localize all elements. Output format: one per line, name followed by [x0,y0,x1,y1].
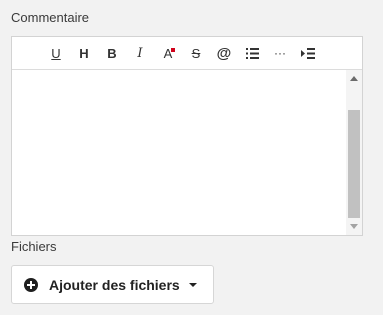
editor-scrollbar[interactable] [346,70,362,235]
bold-button[interactable]: B [98,39,126,67]
heading-button[interactable]: H [70,39,98,67]
comment-text-area[interactable] [12,70,362,235]
indent-icon [301,47,315,59]
indent-button[interactable] [294,39,322,67]
comment-label: Commentaire [11,10,90,25]
editor-toolbar: U H B I A S @ ··· [12,37,362,70]
bullet-list-icon [245,47,259,59]
comment-editor: U H B I A S @ ··· [11,36,363,236]
scroll-down-arrow-icon[interactable] [350,224,358,229]
add-files-label: Ajouter des fichiers [49,276,180,293]
strikethrough-button[interactable]: S [182,39,210,67]
underline-icon: U [51,45,61,61]
files-label: Fichiers [11,239,57,254]
scroll-up-arrow-icon[interactable] [350,76,358,81]
plus-circle-icon [24,277,38,292]
more-icon: ··· [274,46,286,60]
font-color-button[interactable]: A [154,39,182,67]
italic-icon: I [137,45,143,61]
mention-button[interactable]: @ [210,39,238,67]
add-files-button[interactable]: Ajouter des fichiers [11,265,214,304]
heading-icon: H [79,45,89,61]
caret-down-icon [188,282,197,287]
more-options-button[interactable]: ··· [266,39,294,67]
mention-icon: @ [216,44,232,62]
bold-icon: B [107,45,117,61]
bullet-list-button[interactable] [238,39,266,67]
scroll-thumb[interactable] [348,110,360,218]
underline-button[interactable]: U [42,39,70,67]
strikethrough-icon: S [191,45,201,61]
font-color-indicator [171,48,175,52]
italic-button[interactable]: I [126,39,154,67]
